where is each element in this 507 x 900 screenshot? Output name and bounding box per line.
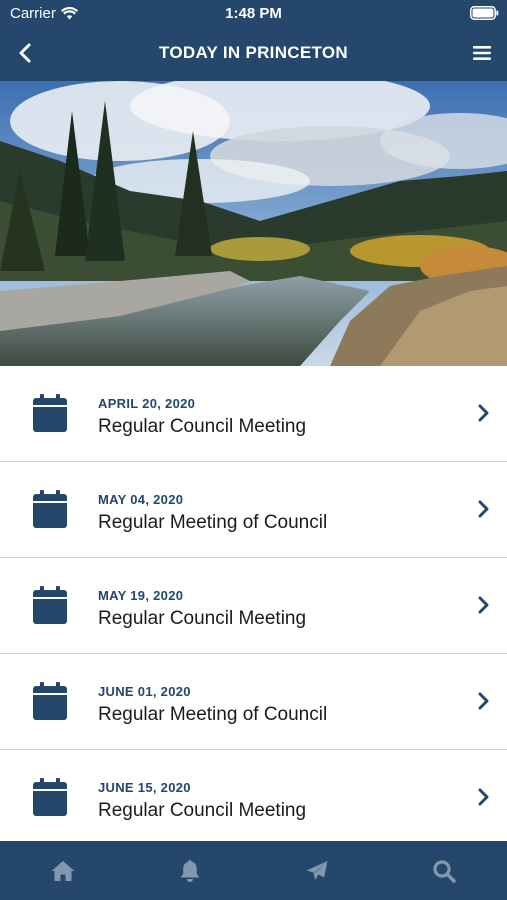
chevron-right-icon <box>478 404 489 422</box>
event-list-item[interactable]: MAY 19, 2020 Regular Council Meeting <box>0 558 507 654</box>
event-date: MAY 19, 2020 <box>98 588 184 603</box>
event-list-item[interactable]: JUNE 01, 2020 Regular Meeting of Council <box>0 654 507 750</box>
chevron-right-icon <box>478 596 489 614</box>
event-list: APRIL 20, 2020 Regular Council Meeting M… <box>0 366 507 841</box>
send-icon <box>306 860 328 880</box>
navigation-bar: TODAY IN PRINCETON <box>0 26 507 81</box>
calendar-icon <box>33 778 67 816</box>
event-date: JUNE 01, 2020 <box>98 684 191 699</box>
tab-bar <box>0 841 507 900</box>
bell-icon <box>180 859 200 882</box>
event-list-item[interactable]: APRIL 20, 2020 Regular Council Meeting <box>0 366 507 462</box>
chevron-right-icon <box>478 788 489 806</box>
home-icon <box>51 860 75 881</box>
event-date: JUNE 15, 2020 <box>98 780 191 795</box>
event-list-item[interactable]: MAY 04, 2020 Regular Meeting of Council <box>0 462 507 558</box>
calendar-icon <box>33 394 67 432</box>
event-title: Regular Meeting of Council <box>98 512 328 533</box>
tab-notifications[interactable] <box>160 841 220 900</box>
event-title: Regular Council Meeting <box>98 800 307 821</box>
event-date: MAY 04, 2020 <box>98 492 184 507</box>
event-list-item[interactable]: JUNE 15, 2020 Regular Council Meeting <box>0 750 507 841</box>
status-time: 1:48 PM <box>225 5 282 22</box>
status-bar: Carrier 1:48 PM <box>0 0 507 26</box>
hamburger-menu-icon[interactable] <box>471 42 493 64</box>
calendar-icon <box>33 682 67 720</box>
calendar-icon <box>33 586 67 624</box>
event-title: Regular Council Meeting <box>98 416 307 437</box>
chevron-right-icon <box>478 692 489 710</box>
hero-image <box>0 81 507 366</box>
tab-search[interactable] <box>414 841 474 900</box>
chevron-right-icon <box>478 500 489 518</box>
event-title: Regular Meeting of Council <box>98 704 328 725</box>
search-icon <box>433 859 456 883</box>
calendar-icon <box>33 490 67 528</box>
page-title: TODAY IN PRINCETON <box>159 43 348 62</box>
battery-icon <box>470 6 499 20</box>
tab-send[interactable] <box>287 841 347 900</box>
tab-home[interactable] <box>33 841 93 900</box>
landscape-photo <box>0 81 507 366</box>
event-date: APRIL 20, 2020 <box>98 396 196 411</box>
event-title: Regular Council Meeting <box>98 608 307 629</box>
